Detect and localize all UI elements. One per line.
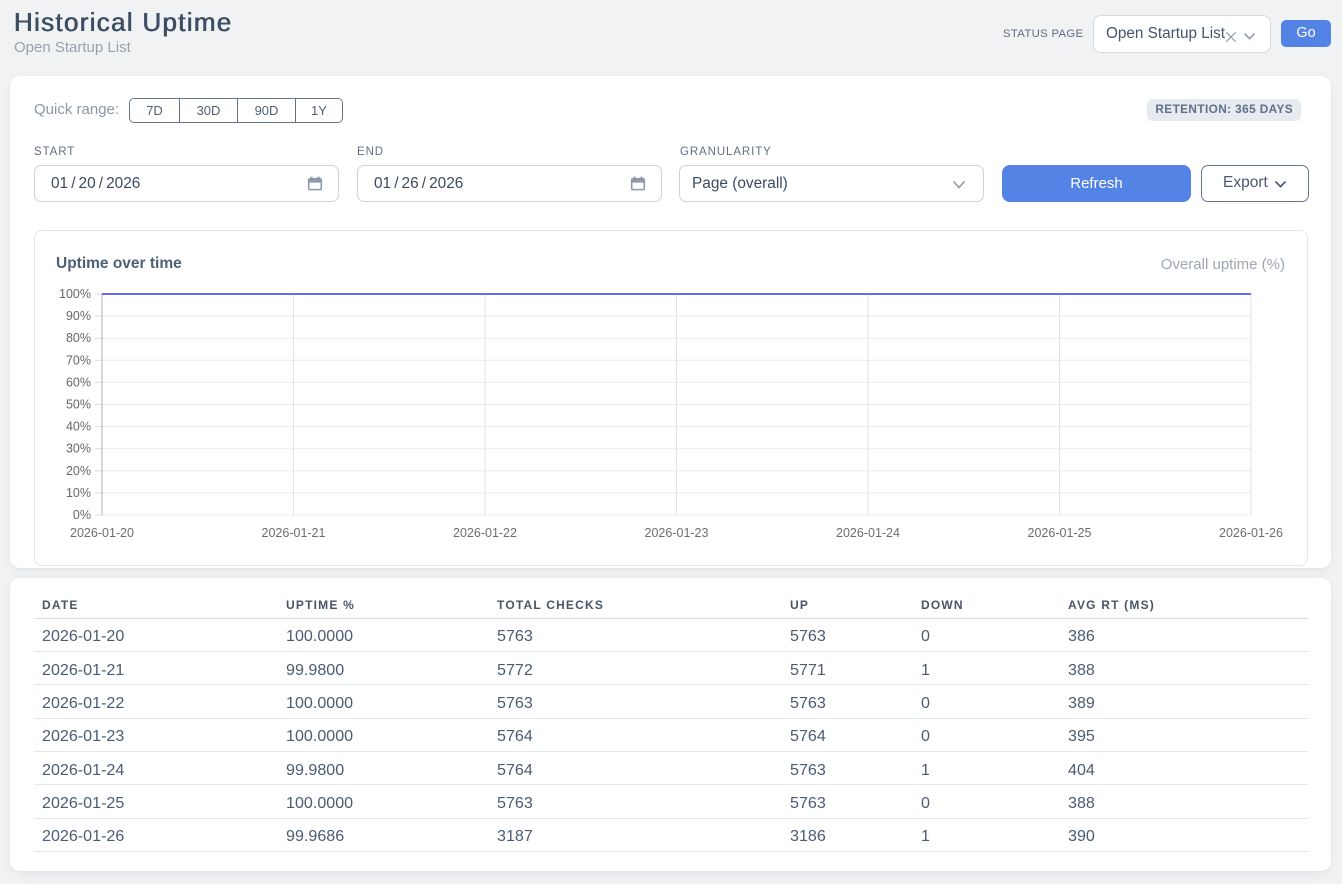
svg-text:80%: 80% [66, 331, 91, 345]
svg-text:30%: 30% [66, 442, 91, 456]
svg-text:100%: 100% [59, 287, 91, 301]
svg-text:0%: 0% [73, 508, 91, 522]
svg-text:20%: 20% [66, 464, 91, 478]
svg-text:90%: 90% [66, 309, 91, 323]
svg-text:2026-01-21: 2026-01-21 [262, 526, 326, 540]
svg-text:2026-01-23: 2026-01-23 [645, 526, 709, 540]
svg-text:2026-01-24: 2026-01-24 [836, 526, 900, 540]
svg-text:50%: 50% [66, 398, 91, 412]
svg-text:60%: 60% [66, 375, 91, 389]
svg-text:40%: 40% [66, 420, 91, 434]
svg-text:70%: 70% [66, 353, 91, 367]
svg-text:2026-01-25: 2026-01-25 [1028, 526, 1092, 540]
svg-text:10%: 10% [66, 486, 91, 500]
svg-text:2026-01-22: 2026-01-22 [453, 526, 517, 540]
svg-text:2026-01-26: 2026-01-26 [1219, 526, 1283, 540]
svg-text:2026-01-20: 2026-01-20 [70, 526, 134, 540]
